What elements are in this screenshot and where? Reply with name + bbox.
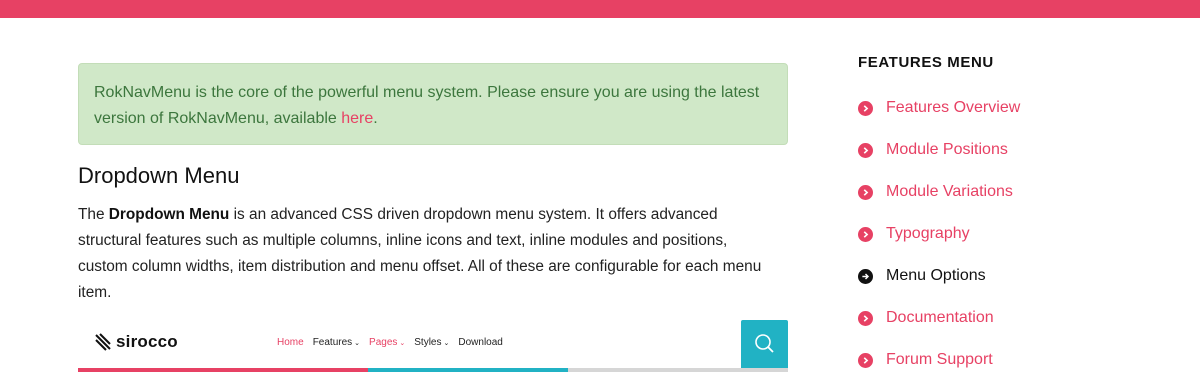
notice-text: RokNavMenu is the core of the powerful m… [94, 84, 760, 127]
section-title: Dropdown Menu [78, 163, 240, 188]
sidebar-item-module-positions[interactable]: Module Positions [858, 129, 1020, 171]
chevron-right-circle-icon [858, 142, 873, 158]
chevron-down-icon: ⌄ [443, 340, 450, 347]
notice-end: . [373, 110, 378, 127]
chevron-down-icon: ⌄ [399, 340, 406, 347]
preview-nav-item: Styles ⌄ [414, 337, 449, 348]
sidebar-title: FEATURES MENU [858, 54, 994, 71]
sidebar-item-label: Forum Support [886, 351, 993, 368]
sidebar-item-menu-options[interactable]: Menu Options [858, 255, 1020, 297]
sidebar-item-label: Features Overview [886, 99, 1021, 116]
sidebar-item-module-variations[interactable]: Module Variations [858, 171, 1020, 213]
preview-nav-item: Features ⌄ [313, 337, 360, 348]
notice-here-link[interactable]: here [341, 110, 373, 127]
preview-search-button [741, 320, 788, 368]
preview-nav-label: Pages [369, 337, 398, 348]
sidebar-item-features-overview[interactable]: Features Overview [858, 87, 1020, 129]
sirocco-logo-icon [95, 333, 111, 351]
sidebar-item-label: Module Variations [886, 183, 1013, 200]
sidebar-item-label: Menu Options [886, 267, 986, 284]
preview-nav-item: Download [458, 337, 502, 348]
top-accent-bar [0, 0, 1200, 18]
chevron-right-circle-icon [858, 226, 873, 242]
sidebar-item-label: Documentation [886, 309, 994, 326]
sidebar-item-label: Module Positions [886, 141, 1008, 158]
sidebar-item-forum-support[interactable]: Forum Support [858, 339, 1020, 381]
preview-nav-label: Styles [414, 337, 442, 348]
preview-stripe-teal [368, 368, 568, 372]
info-notice: RokNavMenu is the core of the powerful m… [78, 63, 788, 145]
intro-bold: Dropdown Menu [108, 206, 230, 223]
section-intro: The Dropdown Menu is an advanced CSS dri… [78, 202, 768, 306]
intro-pre: The [78, 206, 109, 223]
chevron-down-icon: ⌄ [354, 340, 361, 347]
sidebar-item-label: Typography [886, 225, 970, 242]
preview-nav-item: Home [277, 337, 304, 348]
arrow-right-circle-icon [858, 268, 873, 284]
menu-preview-image: sirocco Home Features ⌄ Pages ⌄ Styles ⌄ Downlo… [78, 318, 788, 372]
sidebar-item-typography[interactable]: Typography [858, 213, 1020, 255]
sidebar-item-documentation[interactable]: Documentation [858, 297, 1020, 339]
preview-stripe-pink [78, 368, 368, 372]
preview-nav-label: Download [458, 337, 503, 348]
features-menu: Features Overview Module Positions Module … [858, 87, 1020, 381]
preview-nav: Home Features ⌄ Pages ⌄ Styles ⌄ Download [277, 337, 512, 348]
sirocco-logo: sirocco [94, 331, 178, 353]
preview-stripe-gray [568, 368, 788, 372]
chevron-right-circle-icon [858, 100, 873, 116]
chevron-right-circle-icon [858, 310, 873, 326]
chevron-right-circle-icon [858, 352, 873, 368]
search-icon [755, 334, 774, 353]
preview-nav-label: Home [277, 337, 304, 348]
brand-name: sirocco [116, 332, 178, 351]
preview-nav-label: Features [312, 337, 353, 348]
chevron-right-circle-icon [858, 184, 873, 200]
preview-nav-item: Pages ⌄ [369, 337, 405, 348]
